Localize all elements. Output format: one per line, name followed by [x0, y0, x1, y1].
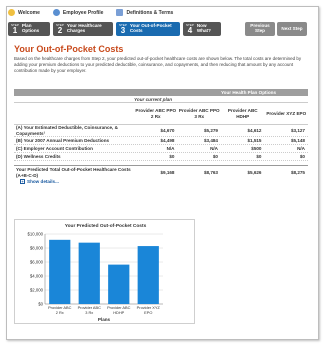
step-label: Plan Options — [21, 23, 40, 33]
step-label: Your Healthcare Charges — [66, 23, 102, 33]
cell: $0 — [169, 154, 175, 159]
cost-table: Your Health Plan Options Your current pl… — [14, 89, 308, 184]
step-label: Your Out-of-Pocket Costs — [129, 23, 172, 33]
total-cell: $8,275 — [290, 170, 305, 175]
column-header: Provider ABC PPO 2 Rx — [135, 108, 177, 119]
step-number: 4 — [187, 25, 193, 35]
column-header: Provider ABC PPO 3 Rx — [178, 108, 220, 119]
total-label: Your Predicted Total Out-of-Pocket Healt… — [16, 167, 131, 178]
cell: N/A — [297, 146, 305, 151]
cell: $0 — [256, 154, 262, 159]
x-tick-label: 3 Rx — [85, 310, 93, 315]
x-tick-label: EPO — [144, 310, 152, 315]
bar — [49, 239, 71, 304]
step-number: 2 — [57, 25, 63, 35]
cell: N/A — [210, 146, 218, 151]
intro-text: Based on the healthcare charges from Ste… — [14, 56, 302, 74]
column-header: Provider XYZ EPO — [266, 110, 307, 116]
profile-icon — [52, 9, 60, 16]
nav-welcome-label: Welcome — [18, 9, 40, 16]
y-tick-label: $10,000 — [27, 232, 43, 237]
cell: $4,612 — [247, 128, 262, 133]
table-row: (A) Your Estimated Deductible, Coinsuran… — [14, 125, 308, 137]
step-now-what[interactable]: STEP 4 Now What? — [183, 22, 221, 36]
table-total-row: Your Predicted Total Out-of-Pocket Healt… — [14, 165, 308, 179]
expand-icon: + — [20, 179, 25, 184]
cell: N/A — [166, 146, 175, 151]
nav-welcome[interactable]: Welcome — [8, 9, 40, 16]
step-number: 1 — [12, 25, 18, 35]
page-title: Your Out-of-Pocket Costs — [14, 44, 124, 54]
cell: $0 — [299, 154, 305, 159]
bar — [108, 264, 130, 304]
cell: $0 — [212, 154, 218, 159]
cell: $1,515 — [247, 138, 262, 143]
welcome-icon — [8, 9, 15, 16]
nav-employee-profile[interactable]: Employee Profile — [52, 9, 104, 16]
x-axis-label: Plans — [98, 317, 111, 322]
nav-definitions-label: Definitions & Terms — [126, 9, 174, 16]
cell: $3,484 — [203, 138, 218, 143]
next-step-button[interactable]: Next Step — [277, 22, 307, 36]
table-row: (C) Employer Account Contribution N/A N/… — [14, 145, 308, 153]
show-details-link[interactable]: + Show details... — [20, 179, 308, 184]
cell: $500 — [251, 146, 262, 151]
y-tick-label: $4,000 — [30, 274, 44, 279]
cell: $4,498 — [160, 138, 175, 143]
row-label: (B) Your 2007 Annual Premium Deductions — [16, 137, 110, 143]
x-tick-label: 2 Rx — [56, 310, 64, 315]
cost-chart-panel: Your Predicted Out-of-Pocket Costs $0 $2,… — [14, 219, 195, 324]
cell: $5,279 — [203, 128, 218, 133]
book-icon — [116, 9, 124, 16]
step-plan-options[interactable]: STEP 1 Plan Options — [8, 22, 50, 36]
y-tick-label: $2,000 — [30, 288, 44, 293]
step-pager: Previous Step Next Step — [245, 22, 307, 36]
table-row: (D) Wellness Credits $0 $0 $0 $0 — [14, 153, 308, 161]
column-header: Provider ABC HDHP — [227, 108, 258, 119]
row-label: (D) Wellness Credits — [16, 153, 61, 159]
total-cell: $8,763 — [203, 170, 218, 175]
x-tick-label: HDHP — [113, 310, 124, 315]
step-healthcare-charges[interactable]: STEP 2 Your Healthcare Charges — [53, 22, 113, 36]
cell: $5,148 — [290, 138, 305, 143]
bar — [137, 246, 159, 304]
step-out-of-pocket-costs[interactable]: STEP 3 Your Out-of-Pocket Costs — [116, 22, 180, 36]
table-row: (B) Your 2007 Annual Premium Deductions … — [14, 137, 308, 145]
y-tick-label: $8,000 — [30, 246, 44, 251]
step-number: 3 — [120, 25, 126, 35]
step-label: Now What? — [196, 23, 211, 33]
cell: $3,127 — [290, 128, 305, 133]
y-tick-label: $0 — [38, 302, 43, 307]
previous-step-button[interactable]: Previous Step — [245, 22, 275, 36]
steps-bar: STEP 1 Plan Options STEP 2 Your Healthcare… — [8, 22, 221, 36]
show-details-label: Show details... — [27, 179, 59, 184]
table-header-row: Provider ABC PPO 2 Rx Provider ABC PPO 3… — [14, 103, 308, 125]
table-group-header: Your Health Plan Options — [14, 89, 308, 96]
top-nav: Welcome Employee Profile Definitions & T… — [8, 9, 173, 16]
row-label: (C) Employer Account Contribution — [16, 145, 93, 151]
total-cell: $9,168 — [160, 170, 175, 175]
y-tick-label: $6,000 — [30, 260, 44, 265]
total-cell: $5,626 — [247, 170, 262, 175]
cell: $4,670 — [160, 128, 175, 133]
nav-definitions[interactable]: Definitions & Terms — [116, 9, 173, 16]
bar — [78, 242, 100, 304]
row-label: (A) Your Estimated Deductible, Coinsuran… — [16, 125, 118, 136]
nav-profile-label: Employee Profile — [62, 9, 104, 16]
current-plan-label: Your current plan — [14, 96, 308, 103]
cost-bar-chart: $0$2,000$4,000$6,000$8,000$10,000Provide… — [27, 232, 163, 322]
